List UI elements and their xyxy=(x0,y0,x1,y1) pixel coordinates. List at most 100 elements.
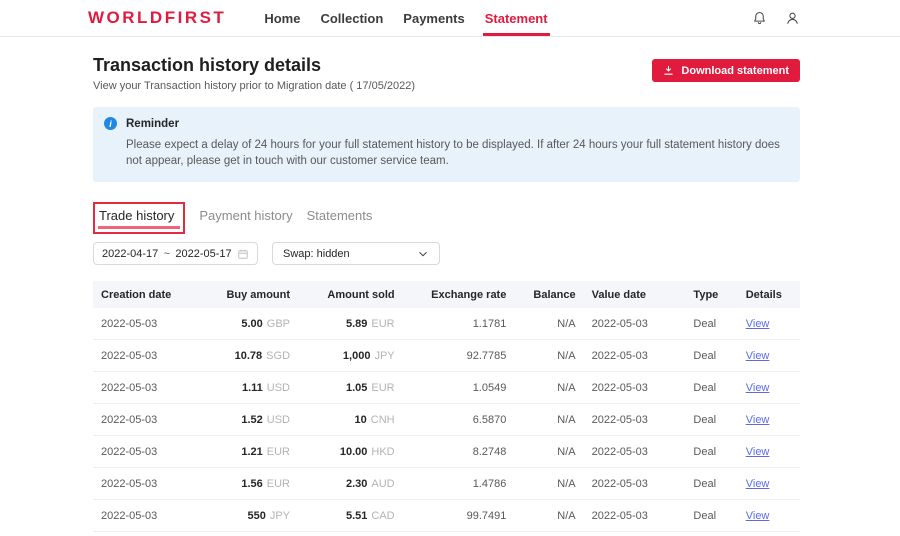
cell-amount-sold: 1.05EUR xyxy=(298,382,403,394)
cell-exchange-rate: 1.1781 xyxy=(403,318,515,330)
sold-amount-value: 10.00 xyxy=(340,446,368,458)
cell-balance: N/A xyxy=(514,350,583,362)
cell-buy-amount: 550JPY xyxy=(205,510,298,522)
topbar-icons xyxy=(751,10,800,26)
table-row: 2022-05-03 1.52USD 10 CNH 6.5870 N/A 2022… xyxy=(93,404,800,436)
cell-type: Deal xyxy=(685,382,737,394)
sold-currency-code: AUD xyxy=(371,478,394,490)
view-details-link[interactable]: View xyxy=(746,446,770,458)
buy-amount-value: 1.21 xyxy=(241,446,262,458)
cell-creation-date: 2022-05-03 xyxy=(93,382,205,394)
cell-type: Deal xyxy=(685,350,737,362)
view-details-link[interactable]: View xyxy=(746,414,770,426)
info-icon: i xyxy=(104,117,117,130)
cell-balance: N/A xyxy=(514,510,583,522)
table-body: 2022-05-03 5.00 GBP 5.89 EUR 1.1781 N/A 20… xyxy=(93,308,800,536)
sold-currency-code: CAD xyxy=(371,510,394,522)
table-row: 2022-05-03 1.56EUR 2.30AUD 1.4786 N/A 20… xyxy=(93,468,800,500)
cell-exchange-rate: 1.0549 xyxy=(403,382,515,394)
filters-row: 2022-04-17 ~ 2022-05-17 Swap: hidden xyxy=(93,242,800,265)
tabs: Trade history Payment history Statements xyxy=(93,202,800,234)
cell-details: View xyxy=(738,382,800,394)
cell-creation-date: 2022-05-03 xyxy=(93,350,205,362)
sold-currency-code: HKD xyxy=(371,446,394,458)
cell-buy-amount: 1.56EUR xyxy=(205,478,298,490)
cell-exchange-rate: 6.5870 xyxy=(403,414,515,426)
cell-details: View xyxy=(738,318,800,330)
table-row: 2022-05-03 5.00GBP 5.89EUR 1.1781 N/A 20… xyxy=(93,308,800,340)
cell-creation-date: 2022-05-03 xyxy=(93,318,205,330)
table-row: 2022-05-03 10.78SGD 1,000JPY 92.7785 N/A… xyxy=(93,340,800,372)
date-range-separator: ~ xyxy=(164,248,170,260)
view-details-link[interactable]: View xyxy=(746,382,770,394)
view-details-link[interactable]: View xyxy=(746,510,770,522)
bell-icon[interactable] xyxy=(751,10,767,26)
cell-amount-sold: 5.51CAD xyxy=(298,510,403,522)
user-icon[interactable] xyxy=(784,10,800,26)
page-content: Transaction history details View your Tr… xyxy=(93,55,800,536)
buy-currency-code: GBP xyxy=(267,318,290,330)
cell-creation-date: 2022-05-03 xyxy=(93,414,205,426)
col-header-amount-sold: Amount sold xyxy=(298,289,403,301)
cell-balance: N/A xyxy=(514,414,583,426)
cell-exchange-rate: 8.2748 xyxy=(403,446,515,458)
nav-item-payments[interactable]: Payments xyxy=(401,0,466,36)
sold-amount-value: 10 xyxy=(355,414,367,426)
col-header-creation-date: Creation date xyxy=(93,289,205,301)
cell-buy-amount: 5.00 GBP xyxy=(205,318,298,330)
cell-type: Deal xyxy=(685,478,737,490)
cell-type: Deal xyxy=(685,414,737,426)
sold-amount-value: 5.89 xyxy=(346,318,367,330)
tab-statements[interactable]: Statements xyxy=(307,202,373,223)
buy-currency-code: USD xyxy=(267,382,290,394)
cell-amount-sold: 10 CNH xyxy=(298,414,403,426)
cell-creation-date: 2022-05-03 xyxy=(93,446,205,458)
swap-filter-select[interactable]: Swap: hidden xyxy=(272,242,440,265)
topbar: WORLDFIRST Home Collection Payments Stat… xyxy=(0,0,900,37)
cell-exchange-rate: 1.4786 xyxy=(403,478,515,490)
nav-item-home[interactable]: Home xyxy=(262,0,302,36)
sold-currency-code: JPY xyxy=(374,350,394,362)
download-statement-button[interactable]: Download statement xyxy=(652,59,800,82)
cell-type: Deal xyxy=(685,446,737,458)
cell-amount-sold: 1,000JPY xyxy=(298,350,403,362)
cell-details: View xyxy=(738,510,800,522)
download-button-label: Download statement xyxy=(681,65,789,77)
cell-value-date: 2022-05-03 xyxy=(584,414,686,426)
cell-value-date: 2022-05-03 xyxy=(584,382,686,394)
trade-history-table: Creation date Buy amount Amount sold Exc… xyxy=(93,281,800,536)
view-details-link[interactable]: View xyxy=(746,318,770,330)
table-row: 2022-05-03 550JPY 5.51CAD 99.7491 N/A 20… xyxy=(93,500,800,532)
col-header-buy-amount: Buy amount xyxy=(205,289,298,301)
reminder-header: i Reminder xyxy=(104,117,782,130)
cell-balance: N/A xyxy=(514,478,583,490)
cell-exchange-rate: 92.7785 xyxy=(403,350,515,362)
cell-details: View xyxy=(738,350,800,362)
cell-value-date: 2022-05-03 xyxy=(584,510,686,522)
date-range-picker[interactable]: 2022-04-17 ~ 2022-05-17 xyxy=(93,242,258,265)
view-details-link[interactable]: View xyxy=(746,350,770,362)
swap-selected-value: Swap: hidden xyxy=(283,248,350,260)
reminder-banner: i Reminder Please expect a delay of 24 h… xyxy=(93,107,800,182)
cell-value-date: 2022-05-03 xyxy=(584,478,686,490)
tab-trade-history[interactable]: Trade history xyxy=(93,202,185,234)
view-details-link[interactable]: View xyxy=(746,478,770,490)
cell-creation-date: 2022-05-03 xyxy=(93,478,205,490)
buy-amount-value: 5.00 xyxy=(241,318,262,330)
brand-logo[interactable]: WORLDFIRST xyxy=(88,8,226,28)
cell-amount-sold: 5.89 EUR xyxy=(298,318,403,330)
download-icon xyxy=(663,65,674,76)
sold-currency-code: EUR xyxy=(371,318,394,330)
cell-value-date: 2022-05-03 xyxy=(584,350,686,362)
nav-item-statement[interactable]: Statement xyxy=(483,0,550,36)
buy-currency-code: USD xyxy=(267,414,290,426)
buy-currency-code: EUR xyxy=(267,446,290,458)
cell-balance: N/A xyxy=(514,382,583,394)
title-row: Transaction history details View your Tr… xyxy=(93,55,800,92)
nav-item-collection[interactable]: Collection xyxy=(318,0,385,36)
tab-payment-history[interactable]: Payment history xyxy=(199,202,292,223)
col-header-details: Details xyxy=(738,289,800,301)
cell-buy-amount: 1.52USD xyxy=(205,414,298,426)
cell-buy-amount: 1.11USD xyxy=(205,382,298,394)
sold-currency-code: CNH xyxy=(371,414,395,426)
